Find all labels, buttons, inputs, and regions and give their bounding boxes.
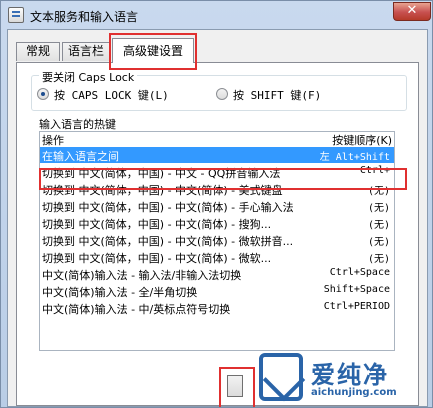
hotkey-action: 中文(简体)输入法 - 输入法/非输入法切换 — [42, 269, 242, 282]
watermark-url: aichunjing.com — [311, 387, 397, 398]
hotkey-row[interactable]: 切换到 中文(简体，中国) - 中文(简体) - 微软拼音... (无) — [40, 232, 394, 248]
hotkey-action: 切换到 中文(简体，中国) - 中文(简体) - 手心输入法 — [42, 201, 294, 214]
watermark: 爱纯净 aichunjing.com — [259, 353, 431, 407]
hotkeys-group-title: 输入语言的热键 — [39, 118, 116, 131]
column-header-action[interactable]: 操作 — [42, 132, 64, 148]
hotkeys-list-header: 操作 按键顺序(K) — [40, 132, 394, 148]
hotkeys-list[interactable]: 操作 按键顺序(K) 在输入语言之间 左 Alt+Shift 切换到 中文(简体… — [39, 131, 395, 351]
hotkey-action: 切换到 中文(简体，中国) - 中文(简体) - 搜狗... — [42, 218, 272, 231]
hotkey-keys: (无) — [367, 220, 390, 231]
hotkey-row[interactable]: 中文(简体)输入法 - 全/半角切换 Shift+Space — [40, 283, 394, 299]
brand-logo-icon — [259, 353, 303, 401]
change-key-sequence-button[interactable] — [227, 375, 243, 397]
tab-language-bar[interactable]: 语言栏 — [62, 42, 110, 61]
tab-general[interactable]: 常规 — [16, 42, 60, 61]
hotkey-action: 中文(简体)输入法 - 中/英标点符号切换 — [42, 303, 231, 316]
close-button[interactable]: ✕ — [393, 2, 431, 21]
hotkey-row[interactable]: 在输入语言之间 左 Alt+Shift — [40, 147, 394, 163]
hotkey-keys: (无) — [367, 254, 390, 265]
dialog-window: 文本服务和输入语言 ✕ 常规 语言栏 高级键设置 要关闭 Caps Lock 按… — [0, 0, 433, 408]
shift-key-radio[interactable] — [216, 88, 228, 100]
keyboard-app-icon — [8, 7, 24, 23]
hotkey-action: 在输入语言之间 — [42, 150, 119, 163]
hotkey-action: 中文(简体)输入法 - 全/半角切换 — [42, 286, 198, 299]
column-header-key-sequence[interactable]: 按键顺序(K) — [332, 132, 392, 148]
hotkey-keys: (无) — [367, 237, 390, 248]
caps-lock-key-label[interactable]: 按 CAPS LOCK 键(L) — [54, 87, 169, 103]
hotkey-keys: 左 Alt+Shift — [319, 152, 390, 163]
hotkey-action: 切换到 中文(简体，中国) - 中文(简体) - 微软拼音... — [42, 235, 294, 248]
hotkey-keys: Shift+Space — [323, 284, 390, 295]
hotkey-row[interactable]: 中文(简体)输入法 - 输入法/非输入法切换 Ctrl+Space — [40, 266, 394, 282]
shift-key-label[interactable]: 按 SHIFT 键(F) — [233, 87, 321, 103]
window-title: 文本服务和输入语言 — [30, 10, 139, 24]
hotkey-keys: Ctrl+PERIOD — [323, 301, 390, 312]
hotkey-keys: (无) — [367, 203, 390, 214]
title-bar[interactable]: 文本服务和输入语言 ✕ — [1, 1, 432, 29]
selected-row-highlight-box — [39, 168, 407, 190]
caps-lock-key-radio[interactable] — [37, 88, 49, 100]
dialog-client: 常规 语言栏 高级键设置 要关闭 Caps Lock 按 CAPS LOCK 键… — [7, 29, 428, 407]
watermark-brand: 爱纯净 — [311, 361, 389, 389]
hotkey-row[interactable]: 切换到 中文(简体，中国) - 中文(简体) - 搜狗... (无) — [40, 215, 394, 231]
hotkey-row[interactable]: 切换到 中文(简体，中国) - 中文(简体) - 手心输入法 (无) — [40, 198, 394, 214]
caps-lock-group-title: 要关闭 Caps Lock — [39, 69, 138, 85]
hotkey-row[interactable]: 切换到 中文(简体，中国) - 中文(简体) - 微软... (无) — [40, 249, 394, 265]
hotkey-row[interactable]: 中文(简体)输入法 - 中/英标点符号切换 Ctrl+PERIOD — [40, 300, 394, 316]
hotkey-action: 切换到 中文(简体，中国) - 中文(简体) - 微软... — [42, 252, 272, 265]
tab-highlight-box — [109, 33, 197, 70]
hotkey-keys: Ctrl+Space — [329, 267, 390, 278]
